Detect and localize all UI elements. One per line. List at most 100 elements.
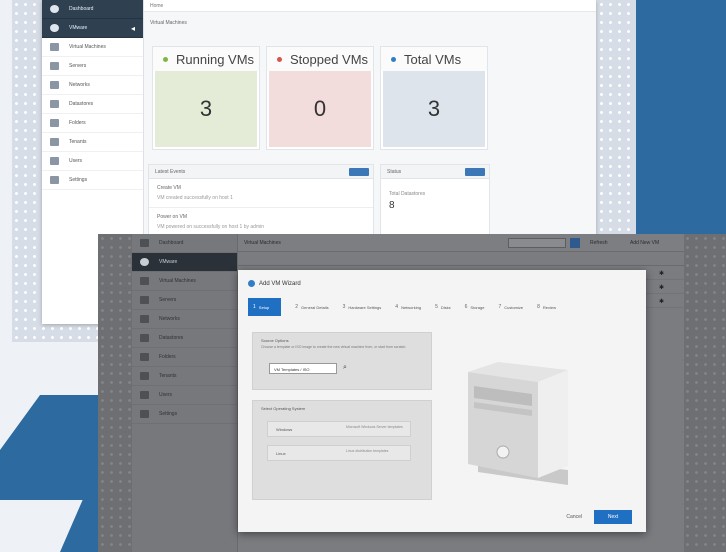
event-detail: VM created successfully on host 1 [157,195,233,201]
panel-action-button[interactable] [349,168,369,176]
sidebar-item-folders[interactable]: Folders [42,114,143,133]
os-heading: Select Operating System [261,406,306,411]
list-item[interactable]: Power on VM VM powered on successfully o… [149,208,373,237]
search-button[interactable] [570,238,580,248]
step-number: 2 [295,304,299,310]
sidebar-item-dashboard[interactable]: Dashboard [42,0,143,19]
sidebar-item-users[interactable]: Users [132,386,237,405]
gear-icon [140,410,149,418]
os-option-desc: Microsoft Windows Server templates [346,425,403,429]
sidebar-item-label: Users [159,392,173,398]
sidebar-item-servers[interactable]: Servers [132,291,237,310]
wizard-step-setup[interactable]: 1 Setup [248,298,282,316]
sidebar-item-virtual-machines[interactable]: Virtual Machines [42,38,143,57]
sidebar-item-label: Dashboard [69,6,94,12]
refresh-link[interactable]: Refresh [590,240,608,246]
row-action-icon[interactable]: ✱ [659,298,664,305]
folder-icon [140,353,149,361]
tile-running-vms[interactable]: Running VMs 3 [152,46,260,150]
search-icon[interactable]: ⌕ [343,364,347,372]
sidebar-item-datastores[interactable]: Datastores [132,329,237,348]
sidebar-item-settings[interactable]: Settings [42,171,143,190]
source-hint: Choose a template or ISO image to create… [261,345,407,349]
sidebar-item-folders[interactable]: Folders [132,348,237,367]
server-icon [50,62,59,70]
dialog-title-text: Add VM Wizard [259,280,301,287]
next-button[interactable]: Next [594,510,632,524]
wizard-step-customize[interactable]: 7 Customize [498,298,523,316]
dashboard-icon [50,5,59,13]
sidebar-item-networks[interactable]: Networks [42,76,143,95]
dialog-title: Add VM Wizard [248,280,301,287]
panel-action-button[interactable] [465,168,485,176]
sidebar-item-vmware[interactable]: VMware ◂ [42,19,143,38]
chevron-left-icon: ◂ [130,23,135,33]
tile-stopped-vms[interactable]: Stopped VMs 0 [266,46,374,150]
tile-label: Stopped VMs [290,51,369,67]
sidebar-item-label: Settings [69,177,88,183]
page-subtitle: Virtual Machines [150,20,187,26]
cloud-icon [140,258,149,266]
source-select[interactable]: VM Templates / ISO [269,363,337,374]
datastore-icon [50,100,59,108]
stat-label: Total Datastores [389,191,426,197]
filter-select[interactable] [508,238,566,248]
add-vm-link[interactable]: Add New VM [630,240,659,246]
sidebar-item-settings[interactable]: Settings [132,405,237,424]
sidebar-item-users[interactable]: Users [42,152,143,171]
step-label: Review [542,304,557,310]
row-action-icon[interactable]: ✱ [659,270,664,277]
tenant-icon [50,138,59,146]
sidebar-item-label: Dashboard [159,240,184,246]
network-icon [50,81,59,89]
datastore-icon [140,334,149,342]
sidebar-item-networks[interactable]: Networks [132,310,237,329]
total-status-dot [391,56,396,62]
wizard-step-general[interactable]: 2 General Details [295,298,328,316]
server-tower-illustration [468,362,568,485]
stopped-status-dot [277,56,282,62]
step-number: 5 [435,304,438,310]
table-header [238,252,684,266]
cancel-button[interactable]: Cancel [566,514,582,520]
step-number: 3 [342,304,346,310]
sidebar-item-label: Networks [69,82,90,88]
panel-title: Status [387,169,402,175]
wizard-step-disks[interactable]: 5 Disks [435,298,451,316]
step-number: 6 [464,304,468,310]
list-item[interactable]: Create VM VM created successfully on hos… [149,179,373,208]
sidebar-item-label: Virtual Machines [69,44,106,50]
event-title: Create VM [157,185,181,191]
tile-total-vms[interactable]: Total VMs 3 [380,46,488,150]
sidebar-item-virtual-machines[interactable]: Virtual Machines [132,272,237,291]
tile-label: Total VMs [404,51,462,67]
add-vm-wizard-dialog: Add VM Wizard 1 Setup 2 General Details 3H… [238,270,646,532]
os-option-linux[interactable]: Linux Linux distribution templates [267,445,411,461]
sidebar-item-tenants[interactable]: Tenants [132,367,237,386]
sidebar-item-vmware[interactable]: VMware [132,253,237,272]
os-option-label: Linux [276,451,286,456]
folder-icon [50,119,59,127]
wizard-step-networking[interactable]: 4 Networking [395,298,421,316]
sidebar-item-servers[interactable]: Servers [42,57,143,76]
sidebar-item-label: Networks [159,316,180,322]
os-option-windows[interactable]: Windows Microsoft Windows Server templat… [267,421,411,437]
vm-icon [140,277,149,285]
wizard-step-review[interactable]: 8 Review [537,298,556,316]
tile-label: Running VMs [176,51,255,67]
sidebar-item-datastores[interactable]: Datastores [42,95,143,114]
sidebar-item-label: Tenants [69,139,87,145]
sidebar-item-dashboard[interactable]: Dashboard [132,234,237,253]
sidebar-item-label: Folders [159,354,176,360]
os-option-desc: Linux distribution templates [346,449,389,453]
stat-value: 8 [389,200,395,211]
sidebar-item-label: Servers [69,63,87,69]
step-label: Storage [470,304,485,310]
row-action-icon[interactable]: ✱ [659,284,664,291]
step-number: 8 [537,304,540,310]
sidebar-item-tenants[interactable]: Tenants [42,133,143,152]
wizard-step-hardware[interactable]: 3 Hardware Settings [343,298,382,316]
wizard-step-storage[interactable]: 6 Storage [465,298,485,316]
breadcrumb[interactable]: Home [144,0,596,12]
tile-value: 3 [155,71,257,147]
